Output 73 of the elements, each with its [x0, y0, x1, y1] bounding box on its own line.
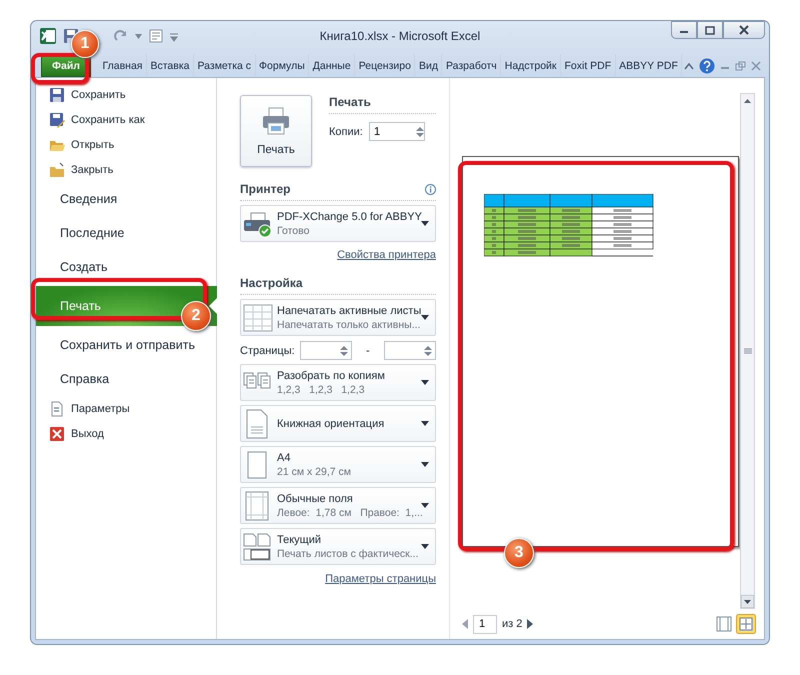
zoom-to-page-icon[interactable] — [736, 614, 756, 634]
settings-dropdown[interactable]: Напечатать активные листы Напечатать только активны... — [240, 299, 436, 336]
scroll-down-icon[interactable] — [741, 595, 754, 608]
restore-icon[interactable] — [735, 61, 746, 71]
section-heading: Принтер — [240, 182, 290, 196]
close-button[interactable] — [723, 21, 765, 39]
previous-page-icon[interactable] — [462, 619, 468, 629]
range-separator: - — [366, 344, 370, 356]
printer-ready-icon — [243, 210, 273, 238]
print-button[interactable]: Печать — [240, 95, 312, 167]
next-page-icon[interactable] — [527, 619, 534, 629]
caret-icon — [135, 34, 142, 38]
menu-item[interactable]: Сохранить — [36, 82, 216, 107]
spinner-icon[interactable] — [416, 126, 424, 138]
vertical-scrollbar[interactable] — [740, 93, 755, 609]
settings-dropdown[interactable]: Разобрать по копиям 1,2,3 1,2,3 1,2,3 — [240, 364, 436, 401]
menu-item[interactable]: Параметры — [36, 396, 216, 421]
caret-icon — [421, 503, 429, 508]
settings-dropdown[interactable]: Текущий Печать листов с фактическ... — [240, 528, 436, 565]
scaling-icon — [243, 532, 273, 562]
scroll-grip-icon[interactable] — [744, 348, 752, 354]
field-label: Копии: — [329, 126, 363, 138]
caret-icon — [421, 380, 429, 385]
page-count: из 2 — [502, 618, 522, 630]
save-as-icon — [49, 112, 65, 128]
page-setup-link[interactable]: Параметры страницы — [325, 573, 436, 585]
menu-item[interactable]: Закрыть — [36, 157, 216, 182]
menu-item[interactable]: Сохранить как — [36, 107, 216, 132]
printer-properties-link[interactable]: Свойства принтера — [337, 249, 436, 261]
close-icon[interactable] — [751, 61, 761, 71]
document-icon — [49, 400, 65, 416]
close-icon — [739, 25, 749, 35]
settings-dropdown[interactable]: A4 21 см x 29,7 см — [240, 446, 436, 483]
sheets-icon — [243, 302, 273, 332]
settings-dropdown[interactable]: Книжная ориентация — [240, 405, 436, 442]
menu-item[interactable]: Выход — [36, 421, 216, 446]
minimize-button[interactable] — [671, 21, 697, 39]
menu-item[interactable]: Создать — [36, 250, 216, 284]
page-to-field[interactable] — [384, 341, 436, 360]
menu-item[interactable]: Сохранить и отправить — [36, 328, 216, 362]
copies-field[interactable]: 1 — [368, 122, 425, 141]
show-margins-icon[interactable] — [716, 616, 732, 632]
window-title: Книга10.xlsx - Microsoft Excel — [320, 29, 480, 43]
restore-icon — [705, 26, 715, 34]
field-label: Страницы: — [240, 344, 295, 356]
section-heading: Печать — [329, 95, 371, 109]
caret-icon — [421, 462, 429, 467]
caret-icon — [421, 421, 429, 426]
spinner-icon[interactable] — [424, 344, 432, 356]
spinner-icon[interactable] — [340, 344, 348, 356]
section-heading: Настройка — [240, 276, 303, 290]
menu-item[interactable]: Открыть — [36, 132, 216, 157]
menu-item[interactable]: Справка — [36, 362, 216, 396]
menu-item[interactable]: Последние — [36, 216, 216, 250]
page-number-field[interactable]: 1 — [473, 614, 497, 634]
exit-icon — [49, 426, 65, 442]
caret-icon — [421, 544, 429, 549]
excel-logo-icon — [39, 27, 57, 45]
settings-dropdown[interactable]: Обычные поля Левое: 1,78 см Правое: 1,... — [240, 487, 436, 524]
printer-icon — [261, 106, 291, 136]
caret-icon — [421, 315, 429, 320]
save-icon — [49, 86, 65, 102]
collapse-ribbon-icon[interactable] — [684, 62, 694, 70]
menu-item[interactable]: Сведения — [36, 182, 216, 216]
step-number-badge: 1 — [71, 30, 99, 58]
page-from-field[interactable] — [300, 341, 352, 360]
folder-icon — [49, 162, 65, 178]
restore-button[interactable] — [697, 21, 723, 39]
help-icon[interactable] — [699, 58, 715, 74]
info-icon[interactable] — [425, 184, 436, 194]
caret-icon — [421, 221, 429, 226]
printer-dropdown[interactable]: PDF-XChange 5.0 for ABBYY Готово — [240, 205, 436, 242]
print-preview-icon — [148, 28, 164, 44]
